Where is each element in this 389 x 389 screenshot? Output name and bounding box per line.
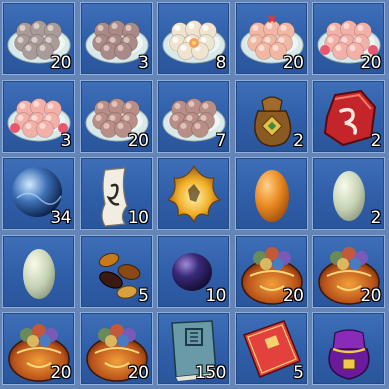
item-quantity: 20 [360,285,381,306]
inventory-slot[interactable]: 5 [234,312,308,385]
inventory-slot[interactable] [2,234,75,308]
inventory-slot[interactable]: 10 [157,234,230,308]
golden-flame-icon [166,164,222,224]
inventory-slot[interactable]: 20 [79,79,153,153]
inventory-slot[interactable]: 20 [2,312,75,385]
inventory-slot[interactable]: 7 [157,79,230,153]
inventory-slot[interactable]: 20 [234,2,308,75]
orange-egg-icon [254,170,289,222]
item-quantity: 10 [127,208,149,228]
item-quantity: 34 [50,208,71,228]
item-quantity: 20 [127,130,149,151]
inventory-slot[interactable]: 20 [2,2,75,75]
inventory-slot[interactable] [312,312,385,385]
inventory-slot[interactable]: 20 [79,312,153,385]
item-quantity: 2 [370,208,382,228]
item-quantity: 2 [370,130,382,151]
item-quantity: 20 [282,285,304,306]
inventory-slot[interactable]: 3 [79,2,153,75]
inventory-slot[interactable]: 2 [312,79,385,153]
item-quantity: 5 [138,285,149,306]
inventory-slot[interactable]: 20 [312,2,385,75]
inventory-slot[interactable]: 150 [157,312,230,385]
inventory-slot[interactable]: 5 [79,234,153,308]
inventory-slot[interactable]: 2 [312,157,385,230]
item-quantity: 20 [282,53,304,73]
inventory-slot[interactable]: 20 [234,234,308,308]
item-quantity: 10 [205,285,226,306]
item-quantity: 150 [195,363,226,383]
item-quantity: 3 [60,130,72,151]
inventory-slot[interactable]: 20 [312,234,385,308]
inventory-grid: 20 3 8 20 20 3 20 7 2 2 34 10 2 5 10 20 20 20 20 150 5 [0,0,389,389]
inventory-slot[interactable]: 34 [2,157,75,230]
inventory-slot[interactable]: 10 [79,157,153,230]
item-quantity: 20 [360,53,381,73]
item-quantity: 2 [293,130,304,151]
item-quantity: 20 [127,363,149,383]
inventory-slot[interactable]: 8 [157,2,230,75]
inventory-slot[interactable] [234,157,308,230]
item-quantity: 3 [138,53,149,73]
item-quantity: 8 [215,53,227,73]
item-quantity: 5 [293,363,304,383]
item-quantity: 20 [50,363,71,383]
item-quantity: 20 [50,53,71,73]
jade-egg-icon [23,248,55,299]
item-quantity: 7 [215,130,227,151]
inventory-slot[interactable] [157,157,230,230]
purple-pouch-icon [328,329,370,380]
inventory-slot[interactable]: 3 [2,79,75,153]
inventory-slot[interactable]: 2 [234,79,308,153]
